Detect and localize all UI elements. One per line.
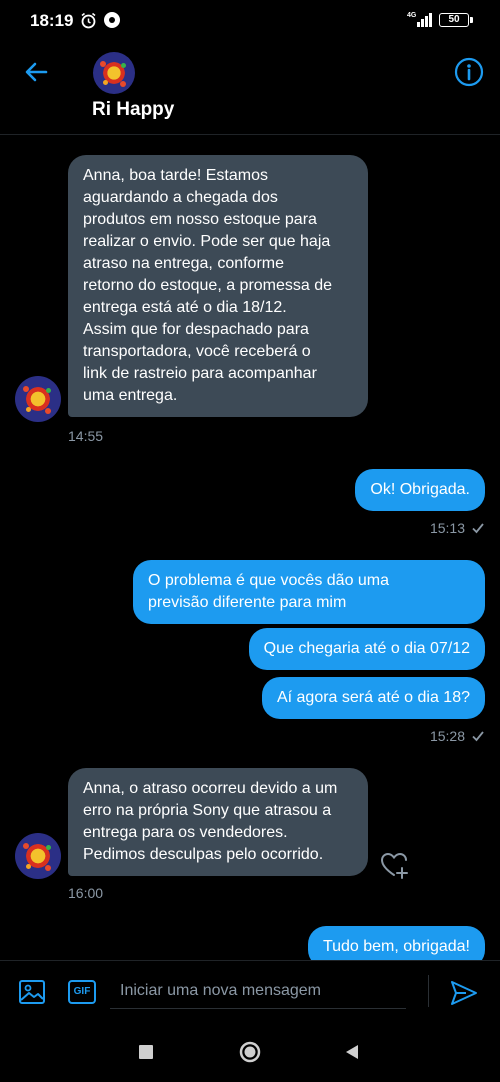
check-icon [472, 731, 484, 742]
status-time: 18:19 [30, 11, 74, 30]
system-nav-bar [0, 1020, 500, 1082]
message-line: atraso na entrega, conforme [83, 255, 285, 272]
message-line: aguardando a chegada dos [83, 189, 278, 206]
message-line: entrega para os vendedores. [83, 824, 288, 841]
system-back-button[interactable] [343, 1043, 361, 1061]
message-line: Anna, boa tarde! Estamos [83, 167, 268, 184]
message-text: Tudo bem, obrigada! [322, 938, 470, 955]
send-icon[interactable] [448, 977, 480, 1009]
network-type: 4G [407, 12, 417, 19]
avatar[interactable] [15, 376, 61, 422]
message-line: O problema é que vocês dão uma [148, 572, 390, 589]
message-line: produtos em nosso estoque para [83, 211, 317, 228]
message-line: uma entrega. [83, 387, 178, 404]
received-message[interactable]: Anna, o atraso ocorreu devido a um erro … [68, 768, 368, 876]
signal-icon [417, 13, 432, 27]
message-line: erro na própria Sony que atrasou a [83, 802, 332, 819]
recents-button[interactable] [139, 1045, 153, 1059]
message-text: Que chegaria até o dia 07/12 [263, 640, 470, 657]
message-timestamp: 15:28 [430, 728, 485, 744]
message-line: transportadora, você receberá o [83, 343, 311, 360]
divider [428, 975, 429, 1007]
check-icon [472, 523, 484, 534]
back-arrow-icon[interactable] [20, 56, 52, 88]
timestamp-text: 15:13 [429, 520, 465, 536]
sent-message[interactable]: Ok! Obrigada. [355, 469, 485, 511]
gif-button[interactable]: GIF [68, 980, 96, 1004]
sent-message[interactable]: Que chegaria até o dia 07/12 [248, 628, 485, 670]
avatar[interactable] [93, 52, 135, 94]
sent-message[interactable]: O problema é que vocês dão uma previsão … [133, 560, 485, 624]
contact-name[interactable]: Ri Happy [92, 99, 174, 121]
message-line: previsão diferente para mim [148, 594, 347, 611]
timestamp-text: 15:28 [429, 728, 465, 744]
message-line: link de rastreio para acompanhar [83, 365, 317, 382]
message-composer: GIF [0, 960, 500, 1021]
received-message[interactable]: Anna, boa tarde! Estamos aguardando a ch… [68, 155, 368, 417]
message-timestamp: 15:13 [430, 520, 485, 536]
info-icon[interactable] [453, 56, 485, 88]
home-button[interactable] [239, 1041, 261, 1063]
message-line: entrega está até o dia 18/12. [83, 299, 287, 316]
message-text: Ok! Obrigada. [370, 481, 470, 498]
heart-plus-icon[interactable] [380, 850, 410, 880]
message-line: realizar o envio. Pode ser que haja [83, 233, 331, 250]
message-text: Aí agora será até o dia 18? [276, 689, 470, 706]
message-line: Anna, o atraso ocorreu devido a um [83, 780, 338, 797]
message-line: Assim que for despachado para [83, 321, 309, 338]
conversation-header: Ri Happy [0, 44, 500, 135]
message-input[interactable] [110, 973, 406, 1009]
message-timestamp: 16:00 [68, 885, 104, 901]
app-notification-icon [104, 12, 120, 28]
status-bar: 18:19 4G 50 [0, 0, 500, 44]
alarm-icon [81, 12, 96, 29]
image-icon[interactable] [17, 977, 47, 1007]
sent-message[interactable]: Aí agora será até o dia 18? [261, 677, 485, 719]
message-timestamp: 14:55 [68, 428, 104, 444]
message-line: retorno do estoque, a promessa de [83, 277, 333, 294]
avatar[interactable] [15, 833, 61, 879]
battery-icon: 50 [439, 13, 473, 27]
message-line: Pedimos desculpas pelo ocorrido. [83, 846, 324, 863]
